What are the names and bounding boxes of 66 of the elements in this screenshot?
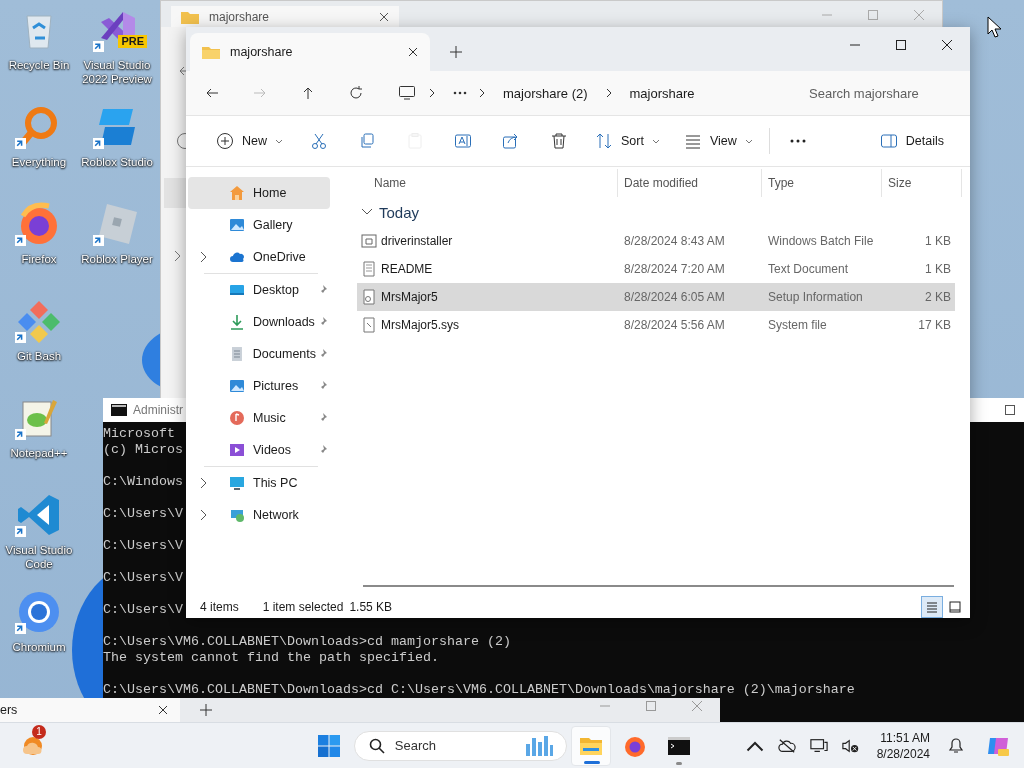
window-title: Administr xyxy=(133,403,183,417)
tab-title: ers xyxy=(0,703,18,717)
navigation-item[interactable]: Downloads xyxy=(188,306,330,338)
navigation-item[interactable]: This PC xyxy=(188,467,330,499)
file-row[interactable]: MrsMajor5.sys 8/28/2024 5:56 AM System file 17 KB xyxy=(357,311,955,339)
selection-info: 1 item selected xyxy=(262,599,344,614)
window-tab[interactable]: ers xyxy=(0,698,180,722)
table-cell-text: 8/28/2024 7:20 AM xyxy=(624,262,726,276)
table-cell-text: 1 KB xyxy=(924,262,951,276)
console-line: C:\Users\VM6.COLLABNET\Downloads>cd C:\Users\VM6.COLLABNET\Downloads\majorshare (2)\majorshare xyxy=(103,682,855,698)
window-tab[interactable]: majorshare xyxy=(190,33,430,71)
file-name: README xyxy=(381,262,433,276)
selection-size: 1.55 KB xyxy=(349,599,393,614)
column-header[interactable]: Type xyxy=(761,169,881,197)
address-bar[interactable]: majorshare (2) majorshare xyxy=(385,77,783,109)
console-line: (c) Micros xyxy=(103,442,183,458)
table-cell-text: System file xyxy=(768,318,828,332)
breadcrumb-item[interactable]: majorshare (2) xyxy=(503,85,588,101)
file-row[interactable]: MrsMajor5 8/28/2024 6:05 AM Setup Information 2 KB xyxy=(357,283,955,311)
table-cell-text: 2 KB xyxy=(924,290,951,304)
console-line: C:\Windows xyxy=(103,474,183,490)
navigation-item[interactable]: Gallery xyxy=(188,209,330,241)
console-line: The system cannot find the path specified. xyxy=(103,650,439,666)
group-header[interactable]: Today xyxy=(355,197,420,227)
table-cell-text: 17 KB xyxy=(917,318,951,332)
breadcrumb-item[interactable]: majorshare xyxy=(629,85,695,101)
table-cell-text: Windows Batch File xyxy=(768,234,875,248)
file-row[interactable]: driverinstaller 8/28/2024 8:43 AM Windows Batch File 1 KB xyxy=(357,227,955,255)
preview-badge: PRE xyxy=(118,35,147,48)
item-count: 4 items xyxy=(200,599,239,614)
tab-title: majorshare xyxy=(209,9,270,24)
console-line: C:\Users\V xyxy=(103,506,183,522)
console-line: C:\Users\V xyxy=(103,538,183,554)
table-cell-text: 8/28/2024 5:56 AM xyxy=(624,318,726,332)
console-line: C:\Users\V xyxy=(103,602,183,618)
table-cell-text: 8/28/2024 6:05 AM xyxy=(624,290,726,304)
table-cell-text: Text Document xyxy=(768,262,850,276)
file-name: MrsMajor5 xyxy=(381,290,438,304)
console-line: C:\Users\VM6.COLLABNET\Downloads>cd mamjorshare (2) xyxy=(103,634,511,650)
table-cell-text: 8/28/2024 8:43 AM xyxy=(624,234,726,248)
navigation-item[interactable]: Music xyxy=(188,402,330,434)
table-cell-text: Setup Information xyxy=(768,290,864,304)
tab-title: majorshare xyxy=(230,45,293,59)
new-button[interactable]: New xyxy=(204,124,295,158)
navigation-item[interactable]: Network xyxy=(188,499,330,531)
navigation-item[interactable]: OneDrive xyxy=(188,241,330,273)
column-header[interactable]: Name xyxy=(374,169,617,197)
sort-button[interactable]: Sort xyxy=(583,124,672,158)
navigation-item[interactable]: Pictures xyxy=(188,370,330,402)
file-row[interactable]: README 8/28/2024 7:20 AM Text Document 1 KB xyxy=(357,255,955,283)
file-name: driverinstaller xyxy=(381,234,453,248)
view-button[interactable]: View xyxy=(671,124,765,158)
file-name: MrsMajor5.sys xyxy=(381,318,459,332)
column-header[interactable]: Date modified xyxy=(617,169,761,197)
navigation-item[interactable]: Home xyxy=(188,177,330,209)
window-tab[interactable]: majorshare xyxy=(171,6,399,27)
navigation-item[interactable]: Documents xyxy=(188,338,330,370)
navigation-item[interactable]: Desktop xyxy=(188,274,330,306)
clock[interactable]: 11:51 AM 8/28/2024 xyxy=(876,729,930,762)
console-line: C:\Users\V xyxy=(103,570,183,586)
search-field[interactable]: Search xyxy=(353,730,567,761)
details-button[interactable]: Details xyxy=(867,124,956,158)
table-cell-text: 1 KB xyxy=(924,234,951,248)
console-line: Microsoft xyxy=(103,426,175,442)
notification-badge: 1 xyxy=(32,724,46,739)
navigation-item[interactable]: Videos xyxy=(188,434,330,466)
